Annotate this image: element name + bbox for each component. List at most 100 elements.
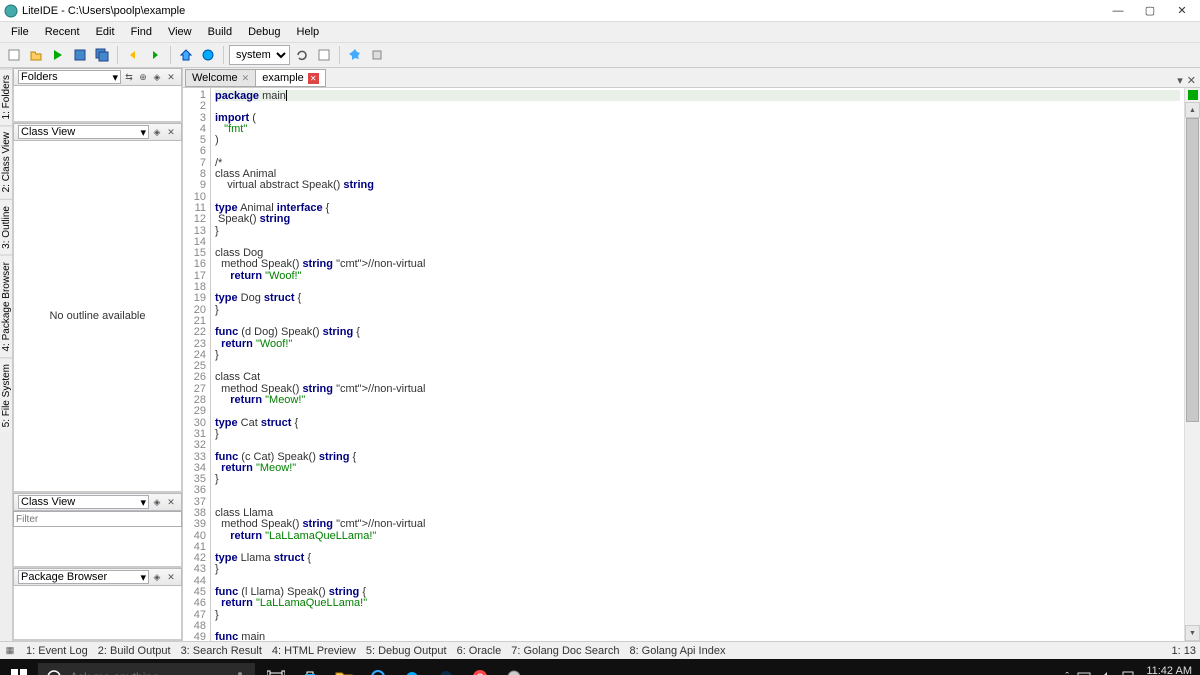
classview-dropdown[interactable]: Class View▾ xyxy=(18,125,149,139)
toolbar: system xyxy=(0,42,1200,68)
network-icon[interactable] xyxy=(1077,671,1091,675)
classview2-panel: Class View▾ ◈ ✕ xyxy=(13,493,182,568)
classview2-body xyxy=(13,527,182,567)
classview2-dropdown[interactable]: Class View▾ xyxy=(18,495,149,509)
status-godoc[interactable]: 7: Golang Doc Search xyxy=(511,645,619,657)
window-title: LiteIDE - C:\Users\poolp\example xyxy=(22,5,1104,17)
pb-dropdown[interactable]: Package Browser▾ xyxy=(18,570,149,584)
classview-panel: Class View▾ ◈ ✕ No outline available xyxy=(13,123,182,493)
start-button[interactable] xyxy=(0,659,38,675)
left-tab-strip: 1: Folders 2: Class View 3: Outline 4: P… xyxy=(0,68,13,641)
cortana-task-icon[interactable] xyxy=(363,659,393,675)
taskview-icon[interactable] xyxy=(261,659,291,675)
close-icon[interactable]: ✕ xyxy=(308,73,319,84)
chrome-icon[interactable] xyxy=(465,659,495,675)
nav-icon[interactable]: ◈ xyxy=(151,571,163,583)
menu-edit[interactable]: Edit xyxy=(89,24,122,40)
edit-env-button[interactable] xyxy=(314,45,334,65)
save-all-button[interactable] xyxy=(92,45,112,65)
status-debug-output[interactable]: 5: Debug Output xyxy=(366,645,447,657)
grid-icon[interactable]: ▦ xyxy=(4,645,16,657)
menu-recent[interactable]: Recent xyxy=(38,24,87,40)
close-icon[interactable]: ✕ xyxy=(165,496,177,508)
editor-area: Welcome✕ example✕ ▾ ✕ 1234567891011121314… xyxy=(183,68,1200,641)
open-button[interactable] xyxy=(26,45,46,65)
filter-input[interactable] xyxy=(13,511,182,527)
scroll-thumb[interactable] xyxy=(1186,118,1199,422)
vtab-outline[interactable]: 3: Outline xyxy=(0,199,12,255)
liteide-task-icon[interactable] xyxy=(499,659,529,675)
sync-icon[interactable]: ⇆ xyxy=(123,71,135,83)
scroll-up-icon[interactable]: ▲ xyxy=(1185,102,1200,118)
menu-file[interactable]: File xyxy=(4,24,36,40)
app-icon xyxy=(4,4,18,18)
add-icon[interactable]: ⊕ xyxy=(137,71,149,83)
code-editor[interactable]: 1234567891011121314151617181920212223242… xyxy=(183,88,1200,641)
status-goapi[interactable]: 8: Golang Api Index xyxy=(629,645,725,657)
menu-view[interactable]: View xyxy=(161,24,199,40)
clock[interactable]: 11:42 AM 5/21/2016 xyxy=(1143,666,1192,675)
minimize-button[interactable]: — xyxy=(1104,2,1132,20)
close-icon[interactable]: ✕ xyxy=(242,73,250,84)
status-search-result[interactable]: 3: Search Result xyxy=(181,645,262,657)
scroll-down-icon[interactable]: ▼ xyxy=(1185,625,1200,641)
editor-tabs: Welcome✕ example✕ ▾ ✕ xyxy=(183,68,1200,88)
close-icon[interactable]: ✕ xyxy=(165,571,177,583)
tab-welcome[interactable]: Welcome✕ xyxy=(185,69,256,87)
notifications-icon[interactable] xyxy=(1121,671,1135,675)
run-button[interactable] xyxy=(48,45,68,65)
mic-icon[interactable] xyxy=(233,670,247,675)
edge-icon[interactable] xyxy=(397,659,427,675)
statusbar: ▦ 1: Event Log 2: Build Output 3: Search… xyxy=(0,641,1200,659)
home-button[interactable] xyxy=(176,45,196,65)
menu-build[interactable]: Build xyxy=(201,24,239,40)
reload-button[interactable] xyxy=(292,45,312,65)
env-select[interactable]: system xyxy=(229,45,290,65)
nav-icon[interactable]: ◈ xyxy=(151,71,163,83)
chevron-down-icon[interactable]: ▾ xyxy=(1177,74,1183,87)
pb-body xyxy=(13,586,182,640)
close-icon[interactable]: ✕ xyxy=(165,126,177,138)
explorer-icon[interactable] xyxy=(329,659,359,675)
status-oracle[interactable]: 6: Oracle xyxy=(457,645,502,657)
status-build-output[interactable]: 2: Build Output xyxy=(98,645,171,657)
vtab-package-browser[interactable]: 4: Package Browser xyxy=(0,255,12,358)
status-event-log[interactable]: 1: Event Log xyxy=(26,645,88,657)
nav-icon[interactable]: ◈ xyxy=(151,496,163,508)
tab-example[interactable]: example✕ xyxy=(255,69,326,87)
close-all-icon[interactable]: ✕ xyxy=(1187,74,1196,87)
cortana-icon xyxy=(46,669,62,675)
maximize-button[interactable]: ▢ xyxy=(1136,2,1164,20)
vertical-scrollbar[interactable]: ▲ ▼ xyxy=(1184,88,1200,641)
system-tray[interactable]: ˆ 11:42 AM 5/21/2016 xyxy=(1057,666,1200,675)
forward-button[interactable] xyxy=(145,45,165,65)
volume-icon[interactable] xyxy=(1099,671,1113,675)
nav-icon[interactable]: ◈ xyxy=(151,126,163,138)
menu-debug[interactable]: Debug xyxy=(241,24,287,40)
save-button[interactable] xyxy=(70,45,90,65)
code-content[interactable]: package mainimport ( "fmt")/*class Anima… xyxy=(211,88,1184,641)
cortana-search[interactable] xyxy=(38,663,255,675)
status-indicator xyxy=(1188,90,1198,100)
web-button[interactable] xyxy=(198,45,218,65)
close-icon[interactable]: ✕ xyxy=(165,71,177,83)
new-file-button[interactable] xyxy=(4,45,24,65)
menu-help[interactable]: Help xyxy=(290,24,327,40)
package-browser-panel: Package Browser▾ ◈ ✕ xyxy=(13,568,182,641)
status-html-preview[interactable]: 4: HTML Preview xyxy=(272,645,356,657)
settings-icon[interactable] xyxy=(431,659,461,675)
stop-button[interactable] xyxy=(367,45,387,65)
search-input[interactable] xyxy=(70,670,225,675)
build-button[interactable] xyxy=(345,45,365,65)
outline-empty-msg: No outline available xyxy=(14,141,181,491)
vtab-folders[interactable]: 1: Folders xyxy=(0,68,12,125)
vtab-file-system[interactable]: 5: File System xyxy=(0,357,12,433)
back-button[interactable] xyxy=(123,45,143,65)
folders-dropdown[interactable]: Folders▾ xyxy=(18,70,121,84)
close-button[interactable]: ✕ xyxy=(1168,2,1196,20)
vtab-classview[interactable]: 2: Class View xyxy=(0,125,12,198)
store-icon[interactable] xyxy=(295,659,325,675)
menu-find[interactable]: Find xyxy=(124,24,159,40)
tray-up-icon[interactable]: ˆ xyxy=(1065,671,1069,675)
menubar: File Recent Edit Find View Build Debug H… xyxy=(0,22,1200,42)
